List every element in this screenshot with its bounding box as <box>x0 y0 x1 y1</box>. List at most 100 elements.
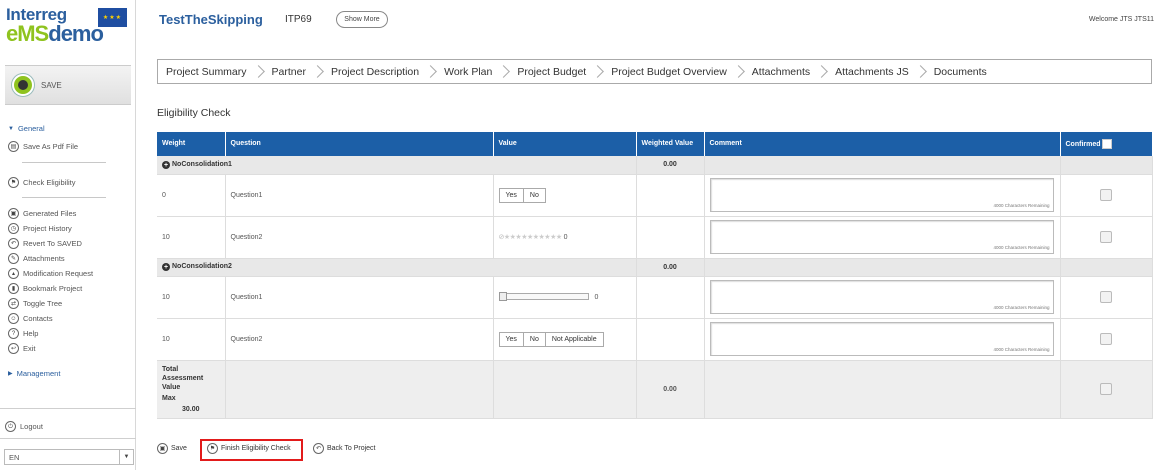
question-cell: Question1 <box>225 174 494 217</box>
modification-icon: ▴ <box>8 268 19 279</box>
expand-icon[interactable]: + <box>162 263 170 272</box>
cancel-rating-icon: ⊘ <box>498 234 505 241</box>
nav-group-general[interactable]: ▼ General <box>8 124 45 133</box>
table-row: 10 Question2 Yes No Not Applicable 4000 … <box>157 318 1153 361</box>
sidebar-item-toggle-tree[interactable]: ⇄ Toggle Tree <box>8 298 62 309</box>
logo-ems-text: eMSdemo <box>6 21 104 46</box>
sidebar-item-save-pdf[interactable]: ▤ Save As Pdf File <box>8 141 78 152</box>
total-row: Total Assessment Value Max 30.00 0.00 <box>157 360 1153 419</box>
max-label: Max <box>162 394 176 402</box>
yes-no-toggle: Yes No <box>498 187 546 203</box>
sidebar-item-contacts[interactable]: ☺ Contacts <box>8 313 53 324</box>
comment-textarea[interactable]: 4000 Characters Remaining <box>709 220 1054 254</box>
col-weighted-value: Weighted Value <box>636 132 705 156</box>
page-title: Eligibility Check <box>157 107 231 119</box>
characters-remaining: 4000 Characters Remaining <box>993 305 1050 310</box>
tab-project-budget[interactable]: Project Budget <box>492 66 586 78</box>
confirmed-checkbox[interactable] <box>1100 231 1112 243</box>
sidebar-item-generated-files[interactable]: ▣ Generated Files <box>8 208 76 219</box>
show-more-button[interactable]: Show More <box>336 11 388 28</box>
weight-cell: 10 <box>157 216 226 259</box>
yes-button[interactable]: Yes <box>500 188 524 202</box>
yes-no-na-toggle: Yes No Not Applicable <box>498 331 604 347</box>
question-cell: Question2 <box>225 318 494 361</box>
col-confirmed: Confirmed <box>1060 132 1153 156</box>
characters-remaining: 4000 Characters Remaining <box>993 245 1050 250</box>
sidebar-item-help[interactable]: ? Help <box>8 328 38 339</box>
sidebar-item-bookmark[interactable]: ▮ Bookmark Project <box>8 283 82 294</box>
group-name[interactable]: + NoConsolidation2 <box>157 258 637 277</box>
confirmed-checkbox[interactable] <box>1100 383 1112 395</box>
table-row: 10 Question1 0 4000 Characters Remaining <box>157 276 1153 319</box>
sidebar-item-modification-request[interactable]: ▴ Modification Request <box>8 268 93 279</box>
confirmed-checkbox[interactable] <box>1100 333 1112 345</box>
welcome-text: Welcome JTS JTS11 <box>1088 16 1154 23</box>
star-rating[interactable]: ⊘★★★★★★★★★★ <box>498 234 563 241</box>
value-slider[interactable] <box>498 292 589 302</box>
sidebar-item-exit[interactable]: ↩ Exit <box>8 343 36 354</box>
confirm-all-checkbox[interactable] <box>1102 139 1113 149</box>
group-weighted-value: 0.00 <box>636 156 705 175</box>
no-button[interactable]: No <box>524 332 546 346</box>
nav-group-management[interactable]: ▶ Management <box>8 369 60 378</box>
weight-cell: 10 <box>157 318 226 361</box>
history-icon: ◷ <box>8 223 19 234</box>
sidebar-item-revert[interactable]: ↶ Revert To SAVED <box>8 238 82 249</box>
tab-partner[interactable]: Partner <box>247 66 306 78</box>
no-button[interactable]: No <box>524 189 545 202</box>
sidebar-item-project-history[interactable]: ◷ Project History <box>8 223 72 234</box>
pdf-icon: ▤ <box>8 141 19 152</box>
finish-eligibility-check-button[interactable]: ⚑ Finish Eligibility Check <box>207 443 291 454</box>
save-icon: ▣ <box>157 443 168 454</box>
slider-handle[interactable] <box>498 292 507 302</box>
revert-icon: ↶ <box>8 238 19 249</box>
tab-project-description[interactable]: Project Description <box>306 66 419 78</box>
comment-textarea[interactable]: 4000 Characters Remaining <box>709 322 1054 356</box>
tab-documents[interactable]: Documents <box>909 66 987 78</box>
tab-project-budget-overview[interactable]: Project Budget Overview <box>586 66 727 78</box>
save-button[interactable]: ▣ Save <box>157 443 187 454</box>
tree-icon: ⇄ <box>8 298 19 309</box>
back-to-project-button[interactable]: ↶ Back To Project <box>313 443 376 454</box>
characters-remaining: 4000 Characters Remaining <box>993 347 1050 352</box>
bookmark-icon: ▮ <box>8 283 19 294</box>
value-cell: Yes No <box>493 174 637 217</box>
weight-cell: 0 <box>157 174 226 217</box>
comment-textarea[interactable]: 4000 Characters Remaining <box>709 280 1054 314</box>
group-weighted-value: 0.00 <box>636 258 705 277</box>
not-applicable-button[interactable]: Not Applicable <box>546 333 603 346</box>
weight-cell: 10 <box>157 276 226 319</box>
sidebar-item-check-eligibility[interactable]: ⚑ Check Eligibility <box>8 177 76 188</box>
project-title: TestTheSkipping <box>159 12 263 27</box>
triangle-right-icon: ▶ <box>8 371 13 377</box>
lock-icon <box>12 74 34 96</box>
expand-icon[interactable]: + <box>162 161 170 169</box>
yes-button[interactable]: Yes <box>500 332 524 346</box>
save-label: SAVE <box>41 80 62 90</box>
back-icon: ↶ <box>313 443 324 454</box>
total-weighted-value: 0.00 <box>636 360 705 419</box>
tab-attachments-js[interactable]: Attachments JS <box>810 66 909 78</box>
sidebar-save-button[interactable]: SAVE <box>5 65 131 105</box>
breadcrumb-tabs: Project Summary Partner Project Descript… <box>157 59 1152 84</box>
total-label: Total Assessment Value <box>162 365 204 391</box>
sidebar-item-logout[interactable]: ⏻ Logout <box>5 421 43 432</box>
flag-icon: ⚑ <box>207 443 218 454</box>
total-label-cell: Total Assessment Value Max 30.00 <box>157 360 226 419</box>
tab-work-plan[interactable]: Work Plan <box>419 66 492 78</box>
value-cell: ⊘★★★★★★★★★★ 0 <box>493 216 637 259</box>
language-select[interactable]: EN ▼ <box>4 449 134 465</box>
group-name[interactable]: + NoConsolidation1 <box>157 156 637 175</box>
triangle-down-icon: ▼ <box>8 125 14 132</box>
table-row: 10 Question2 ⊘★★★★★★★★★★ 0 4000 Characte… <box>157 216 1153 259</box>
characters-remaining: 4000 Characters Remaining <box>993 203 1050 208</box>
confirmed-checkbox[interactable] <box>1100 189 1112 201</box>
tab-project-summary[interactable]: Project Summary <box>166 66 247 78</box>
sidebar-item-attachments[interactable]: ✎ Attachments <box>8 253 65 264</box>
tab-attachments[interactable]: Attachments <box>727 66 810 78</box>
comment-textarea[interactable]: 4000 Characters Remaining <box>709 178 1054 212</box>
divider <box>22 197 106 198</box>
interreg-ems-logo[interactable]: Interreg ★★★ eMSdemo <box>6 5 130 47</box>
col-value: Value <box>493 132 637 156</box>
confirmed-checkbox[interactable] <box>1100 291 1112 303</box>
